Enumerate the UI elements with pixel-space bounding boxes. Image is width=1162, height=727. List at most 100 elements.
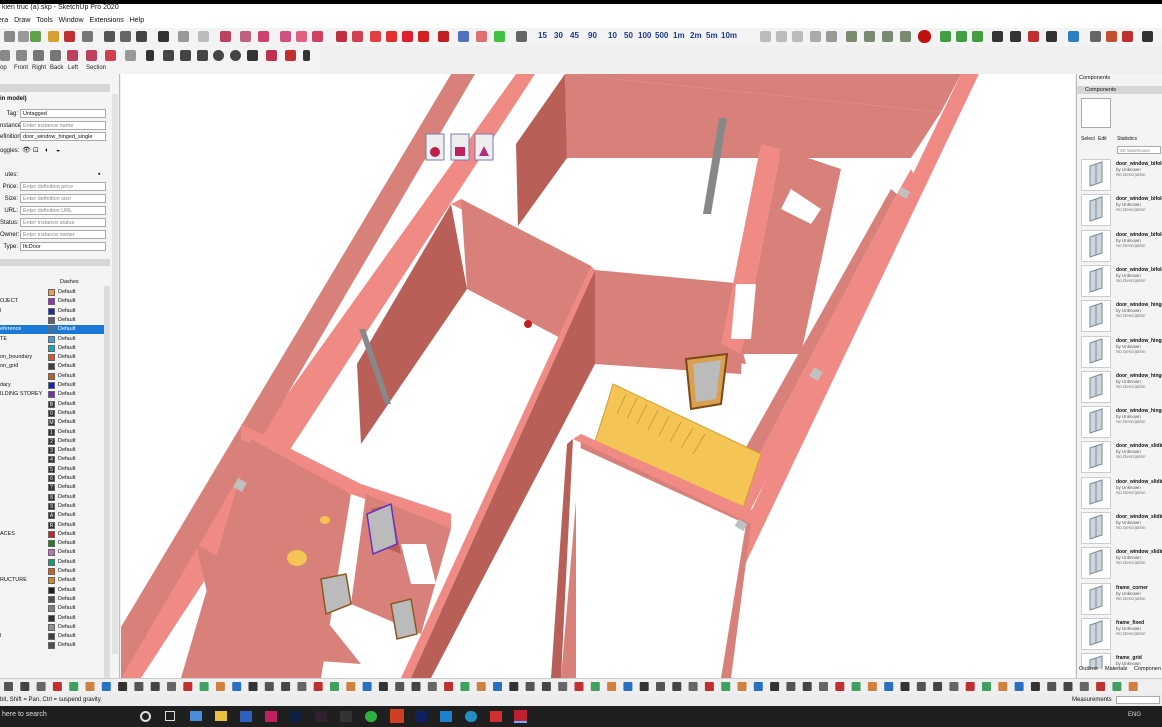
tool-icon[interactable] (721, 682, 731, 691)
power-icon[interactable] (918, 30, 931, 43)
bottom-tool-icons[interactable] (0, 679, 1162, 695)
tool-icon[interactable] (998, 682, 1008, 691)
plugin-icon[interactable] (956, 31, 967, 42)
tag-color-swatch[interactable] (48, 614, 55, 622)
component-item[interactable]: door_window_slidingby UnknownNo Descript… (1079, 441, 1162, 475)
tag-color-swatch[interactable] (48, 595, 55, 603)
tag-dash[interactable]: Default (58, 446, 75, 455)
tag-row[interactable]: ACES Default (0, 530, 104, 539)
tool-icon[interactable] (1030, 682, 1040, 691)
menu-tools[interactable]: Tools (36, 12, 52, 29)
tag-row[interactable]: A Default (0, 511, 104, 520)
tag-row[interactable]: RUCTURE Default (0, 576, 104, 585)
tag-dash[interactable]: Default (58, 483, 75, 492)
tag-dash[interactable]: Default (58, 474, 75, 483)
arrow-icon[interactable] (1010, 31, 1021, 42)
plugin-icon[interactable] (826, 31, 837, 42)
lightroom-icon[interactable] (290, 711, 302, 722)
component-item[interactable]: door_window_bifold_by UnknownNo Descript… (1079, 264, 1162, 299)
tool-icon[interactable] (656, 682, 665, 691)
tag-row[interactable]: M Default (0, 418, 104, 427)
tag-color-swatch[interactable]: 7 (48, 484, 55, 492)
push-pull-icon[interactable] (247, 50, 258, 61)
tag-color-swatch[interactable]: 4 (48, 456, 55, 464)
tool-icon[interactable] (4, 682, 13, 691)
plugin-icon[interactable] (940, 31, 951, 42)
tag-dash[interactable]: Default (58, 297, 75, 306)
tag-color-swatch[interactable] (48, 363, 55, 371)
tag-row[interactable]: Default (0, 641, 104, 650)
tag-color-swatch[interactable]: 9 (48, 502, 55, 510)
tool-icon[interactable] (395, 682, 405, 691)
tag-row[interactable]: 1 Default (0, 428, 104, 437)
tool-icon[interactable] (590, 682, 600, 691)
tool-icon[interactable] (819, 682, 828, 691)
spotify-icon[interactable] (365, 711, 377, 722)
zoom-45-button[interactable]: 45 (570, 30, 579, 42)
status-input[interactable]: Enter instance status (20, 218, 106, 227)
cortana-icon[interactable] (140, 711, 151, 722)
scale-icon[interactable] (82, 31, 93, 42)
tool-icon[interactable] (639, 682, 649, 691)
wireframe-icon[interactable] (370, 31, 381, 42)
tool-icon[interactable] (704, 682, 714, 691)
tag-color-swatch[interactable] (48, 354, 55, 362)
tool-icon[interactable] (281, 682, 291, 691)
tool-icon[interactable] (411, 682, 421, 691)
flip-icon[interactable] (516, 31, 527, 42)
hidden-line-icon[interactable] (386, 31, 397, 42)
tag-dash[interactable]: Default (58, 511, 75, 520)
tag-dash[interactable]: Default (58, 493, 75, 502)
rotated-rect-icon[interactable] (197, 50, 208, 61)
tool-icon[interactable] (851, 682, 861, 691)
tool-icon[interactable] (232, 682, 242, 691)
tag-row[interactable]: dary Default (0, 381, 104, 390)
color-icon[interactable] (494, 31, 505, 42)
tool-icon[interactable] (737, 682, 747, 691)
layers-icon[interactable] (120, 31, 131, 42)
tool-icon[interactable] (982, 682, 991, 691)
plugin-icon[interactable] (1106, 31, 1117, 42)
tag-dash[interactable]: Default (58, 641, 75, 650)
store-icon[interactable] (190, 711, 202, 721)
tag-color-swatch[interactable] (48, 549, 55, 557)
tab-edit[interactable]: Edit (1098, 136, 1107, 142)
refresh-icon[interactable] (125, 50, 136, 61)
tag-dash[interactable]: Default (58, 437, 75, 446)
section-fill-icon[interactable] (105, 50, 116, 61)
task-view-icon[interactable] (165, 711, 175, 721)
owner-input[interactable]: Enter instance owner (20, 230, 106, 239)
tool-icon[interactable] (313, 682, 323, 691)
tool-icon[interactable] (558, 682, 568, 691)
tag-dash[interactable]: Default (58, 390, 75, 399)
tag-row[interactable]: TE Default (0, 335, 104, 344)
app-icon[interactable] (490, 711, 502, 722)
tag-color-swatch[interactable] (48, 382, 55, 389)
component-item[interactable]: door_window_bifold_by UnknownNo Descript… (1079, 159, 1162, 193)
tag-dash[interactable]: Default (58, 381, 75, 390)
component-item[interactable]: door_window_bifold_by UnknownNo Descript… (1079, 194, 1162, 228)
walk-icon[interactable] (258, 31, 269, 42)
plugin-icon[interactable] (1122, 31, 1133, 42)
type-select[interactable]: IfcDoor (20, 242, 106, 251)
position-camera-icon[interactable] (296, 31, 307, 42)
tag-color-swatch[interactable]: M (48, 419, 55, 427)
size-input[interactable]: Enter definition size (20, 194, 106, 203)
view-front-icon[interactable] (16, 50, 27, 61)
plugin-icon[interactable] (972, 31, 983, 42)
tool-icon[interactable] (346, 682, 356, 691)
tag-dash[interactable]: Default (58, 325, 75, 334)
menu-help[interactable]: Help (130, 12, 144, 29)
tag-color-swatch[interactable] (48, 372, 55, 380)
tag-row[interactable]: Default (0, 372, 104, 381)
tag-row[interactable]: 4 Default (0, 455, 104, 464)
zoom-icon[interactable] (220, 31, 231, 42)
tag-dash[interactable]: Default (58, 623, 75, 632)
tag-dash[interactable]: Default (58, 521, 75, 530)
tool-icon[interactable] (167, 682, 176, 691)
select-icon[interactable] (4, 31, 15, 42)
tool-icon[interactable] (248, 682, 258, 691)
section-plane-icon[interactable] (280, 31, 291, 42)
plugin-icon[interactable] (810, 31, 821, 42)
tool-icon[interactable] (949, 682, 959, 691)
